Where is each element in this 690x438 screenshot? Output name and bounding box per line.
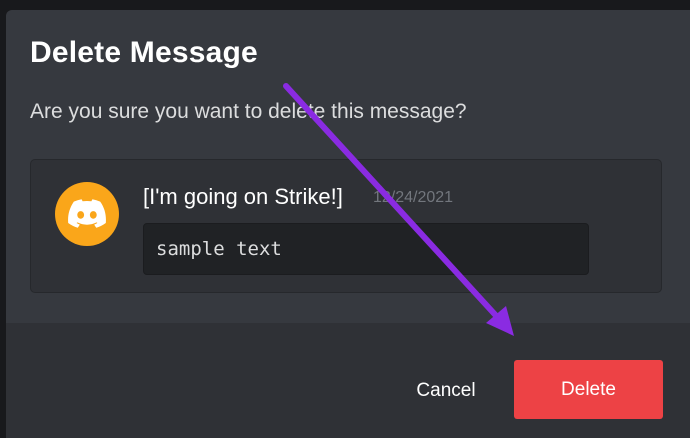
- modal-title: Delete Message: [30, 36, 258, 69]
- modal-description: Are you sure you want to delete this mes…: [30, 100, 467, 123]
- delete-button[interactable]: Delete: [514, 360, 663, 419]
- avatar: [55, 182, 119, 246]
- message-username: [I'm going on Strike!]: [143, 184, 343, 209]
- message-content: sample text: [156, 238, 282, 260]
- cancel-button[interactable]: Cancel: [386, 361, 506, 421]
- message-code-block: sample text: [143, 223, 589, 275]
- discord-logo-icon: [68, 199, 106, 228]
- delete-message-modal: Delete Message Are you sure you want to …: [6, 10, 690, 438]
- message-timestamp: 12/24/2021: [373, 189, 454, 206]
- modal-footer: Cancel Delete: [6, 323, 690, 438]
- message-preview: [I'm going on Strike!] 12/24/2021 sample…: [30, 159, 662, 293]
